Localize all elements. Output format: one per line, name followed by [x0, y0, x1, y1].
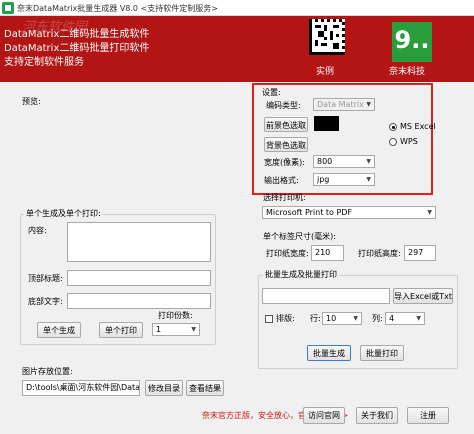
code-type-label: 编码类型:: [266, 101, 301, 110]
chevron-down-icon: ▼: [191, 326, 196, 333]
bg-color-button[interactable]: 背景色选取: [264, 137, 308, 152]
code-type-select[interactable]: Data Matrix ▼: [313, 98, 375, 111]
batch-generate-button[interactable]: 批量生成: [307, 345, 351, 361]
width-pixels-select[interactable]: 800 ▼: [313, 155, 375, 168]
arrange-label: 排版:: [276, 314, 295, 323]
top-title-label: 顶部标题:: [28, 274, 63, 283]
image-path-input[interactable]: D:\tools\桌面\河东软件园\DataMa: [22, 380, 140, 396]
batch-group-title: 批量生成及批量打印: [263, 270, 339, 280]
fg-color-button[interactable]: 前景色选取: [264, 117, 308, 132]
paper-height-input[interactable]: 297: [404, 245, 436, 261]
chevron-down-icon: ▼: [353, 315, 358, 322]
single-print-button[interactable]: 单个打印: [99, 322, 143, 338]
banner-line-1: DataMatrix二维码批量生成软件: [4, 29, 150, 40]
fg-color-swatch: [314, 116, 339, 131]
top-title-input[interactable]: [67, 270, 211, 286]
single-generate-button[interactable]: 单个生成: [37, 322, 81, 338]
title-bar: 奈末DataMatrix批量生成器 V8.0 <支持软件定制服务>: [0, 0, 474, 16]
radio-ms-excel-label: MS Excel: [400, 122, 436, 131]
example-label: 实例: [316, 67, 335, 77]
content-textarea[interactable]: [67, 222, 211, 262]
chevron-down-icon: ▼: [366, 176, 371, 183]
visit-website-button[interactable]: 访问官网: [303, 407, 345, 424]
printer-value: Microsoft Print to PDF: [266, 208, 353, 217]
width-pixels-value: 800: [317, 157, 333, 166]
banner-line-3: 支持定制软件服务: [4, 57, 84, 68]
copies-value: 1: [156, 325, 162, 334]
printer-select[interactable]: Microsoft Print to PDF ▼: [262, 206, 436, 219]
paper-width-input[interactable]: 210: [311, 245, 344, 261]
banner-line-2: DataMatrix二维码批量打印软件: [4, 43, 150, 54]
paper-width-label: 打印纸宽度:: [266, 249, 309, 258]
output-format-value: jpg: [317, 175, 330, 184]
about-us-button[interactable]: 关于我们: [356, 407, 398, 424]
image-path-label: 图片存放位置:: [22, 367, 73, 376]
chevron-down-icon: ▼: [416, 315, 421, 322]
bottom-text-label: 底部文字:: [28, 297, 63, 306]
arrange-checkbox[interactable]: [265, 315, 273, 323]
copies-select[interactable]: 1 ▼: [152, 323, 200, 336]
width-pixels-label: 宽度(像素):: [264, 158, 305, 167]
content-label: 内容:: [28, 226, 47, 235]
radio-wps[interactable]: [389, 138, 397, 146]
output-format-select[interactable]: jpg ▼: [313, 173, 375, 186]
radio-ms-excel[interactable]: [389, 123, 397, 131]
label-size-label: 单个标签尺寸(毫米):: [263, 232, 336, 241]
cols-value: 4: [389, 314, 395, 323]
output-format-label: 输出格式:: [264, 176, 299, 185]
chevron-down-icon: ▼: [366, 158, 371, 165]
printer-label: 选择打印机:: [263, 193, 306, 202]
company-logo: 9..: [392, 22, 432, 62]
code-type-value: Data Matrix: [317, 100, 364, 109]
settings-label: 设置:: [262, 88, 281, 97]
chevron-down-icon: ▼: [366, 101, 371, 108]
single-group-title: 单个生成及单个打印:: [24, 209, 103, 219]
datamatrix-example-image: [309, 19, 345, 55]
import-excel-txt-button[interactable]: 导入Excel或Txt: [393, 288, 453, 304]
bottom-text-input[interactable]: [67, 293, 211, 309]
window-title: 奈末DataMatrix批量生成器 V8.0 <支持软件定制服务>: [17, 4, 218, 13]
cols-select[interactable]: 4 ▼: [385, 312, 425, 325]
batch-file-input[interactable]: [262, 288, 390, 304]
modify-directory-button[interactable]: 修改目录: [145, 380, 183, 396]
radio-wps-label: WPS: [400, 137, 418, 146]
app-icon: [2, 2, 14, 14]
paper-height-label: 打印纸高度:: [358, 249, 401, 258]
datamatrix-icon: [309, 19, 345, 55]
batch-print-button[interactable]: 批量打印: [360, 345, 404, 361]
copies-label: 打印份数:: [158, 311, 193, 320]
rows-select[interactable]: 10 ▼: [322, 312, 362, 325]
rows-label: 行:: [310, 314, 321, 323]
view-results-button[interactable]: 查看结果: [186, 380, 224, 396]
company-label: 奈末科技: [389, 67, 426, 77]
cols-label: 列:: [372, 314, 383, 323]
rows-value: 10: [326, 314, 337, 323]
chevron-down-icon: ▼: [427, 209, 432, 216]
register-button[interactable]: 注册: [407, 407, 449, 424]
preview-label: 预览:: [22, 97, 41, 106]
